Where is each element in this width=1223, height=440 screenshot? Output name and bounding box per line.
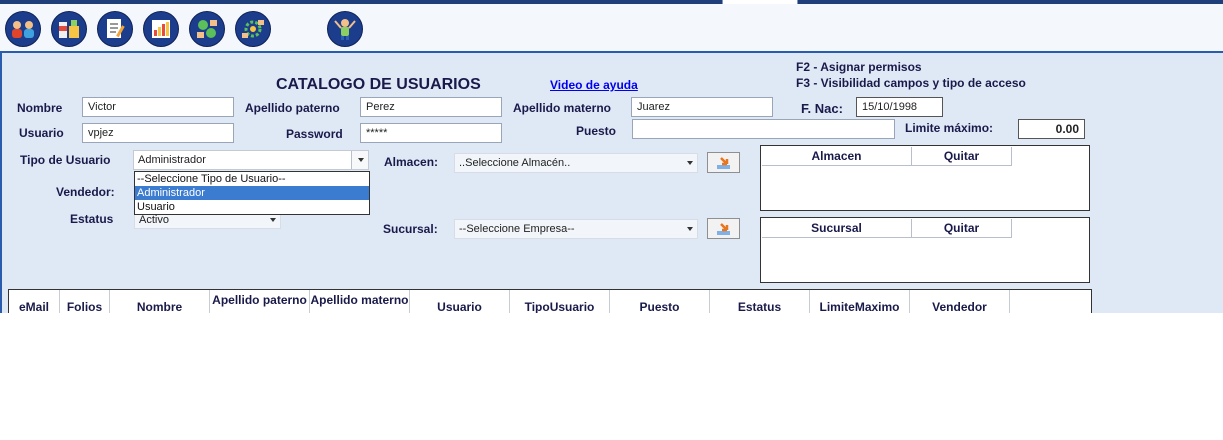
- person-celebrate-icon[interactable]: [327, 11, 363, 47]
- sucursal-select[interactable]: --Seleccione Empresa--: [454, 219, 698, 239]
- grid-header-email[interactable]: eMail: [9, 290, 60, 313]
- help-video-link[interactable]: Video de ayuda: [550, 78, 638, 92]
- document-edit-icon[interactable]: [97, 11, 133, 47]
- grid-header-apellido-paterno[interactable]: Apellido paterno: [210, 290, 310, 313]
- estatus-value: Activo: [139, 214, 169, 226]
- limite-maximo-label: Limite máximo:: [905, 121, 994, 135]
- almacen-table: Almacen Quitar: [760, 145, 1090, 211]
- tipo-usuario-caret-box[interactable]: [351, 151, 368, 169]
- apellido-materno-field[interactable]: Juarez: [631, 97, 773, 117]
- almacen-select[interactable]: ..Seleccione Almacén..: [454, 153, 698, 173]
- almacen-quitar-header: Quitar: [912, 147, 1012, 166]
- shortcut-f2: F2 - Asignar permisos: [796, 60, 922, 74]
- chevron-down-icon: [358, 158, 364, 162]
- money-exchange-icon[interactable]: [189, 11, 225, 47]
- sucursal-quitar-header: Quitar: [912, 219, 1012, 238]
- tipo-option-administrador[interactable]: Administrador: [135, 186, 369, 200]
- apellido-paterno-label: Apellido paterno: [245, 101, 340, 115]
- puesto-label: Puesto: [576, 124, 617, 138]
- usuario-field[interactable]: vpjez: [82, 123, 234, 143]
- puesto-field[interactable]: [632, 119, 895, 139]
- bar-chart-icon[interactable]: [143, 11, 179, 47]
- grid-header-limite-maximo[interactable]: LimiteMaximo: [810, 290, 910, 313]
- grid-header-tipo-usuario[interactable]: TipoUsuario: [510, 290, 610, 313]
- users-icon[interactable]: [5, 11, 41, 47]
- limite-maximo-field[interactable]: 0.00: [1018, 119, 1085, 139]
- chevron-down-icon: [270, 218, 276, 222]
- tipo-option-usuario[interactable]: Usuario: [135, 200, 369, 214]
- fecha-nacimiento-label: F. Nac:: [801, 101, 843, 116]
- nombre-field[interactable]: Victor: [82, 97, 234, 117]
- sucursal-label: Sucursal:: [383, 222, 438, 236]
- almacen-value: ..Seleccione Almacén..: [459, 157, 571, 169]
- tipo-option-placeholder[interactable]: --Seleccione Tipo de Usuario--: [135, 172, 369, 186]
- fecha-nacimiento-field[interactable]: 15/10/1998: [856, 97, 943, 117]
- sucursal-table: Sucursal Quitar: [760, 217, 1090, 283]
- grid-header-puesto[interactable]: Puesto: [610, 290, 710, 313]
- almacen-label: Almacen:: [384, 155, 439, 169]
- grid-header-nombre[interactable]: Nombre: [110, 290, 210, 313]
- page-title: CATALOGO DE USUARIOS: [276, 76, 481, 93]
- sucursal-col-header: Sucursal: [762, 219, 912, 238]
- chevron-down-icon: [687, 227, 693, 231]
- shortcut-f3: F3 - Visibilidad campos y tipo de acceso: [796, 76, 1026, 90]
- tipo-usuario-options: --Seleccione Tipo de Usuario-- Administr…: [134, 171, 370, 215]
- apellido-materno-label: Apellido materno: [513, 101, 612, 115]
- grid-header-usuario[interactable]: Usuario: [410, 290, 510, 313]
- estatus-label: Estatus: [70, 212, 114, 226]
- nombre-label: Nombre: [17, 101, 63, 115]
- apellido-paterno-field[interactable]: Perez: [360, 97, 502, 117]
- users-grid: eMail Folios Nombre Apellido paterno Ape…: [8, 289, 1092, 313]
- grid-header-vendedor[interactable]: Vendedor: [910, 290, 1010, 313]
- grid-header-estatus[interactable]: Estatus: [710, 290, 810, 313]
- add-arrow-icon: [716, 222, 730, 235]
- grid-header-folios[interactable]: Folios: [60, 290, 110, 313]
- grid-header-apellido-materno[interactable]: Apellido materno: [310, 290, 410, 313]
- tipo-usuario-value: Administrador: [138, 154, 206, 166]
- almacen-col-header: Almacen: [762, 147, 912, 166]
- chevron-down-icon: [687, 161, 693, 165]
- add-arrow-icon: [716, 156, 730, 169]
- password-label: Password: [286, 127, 343, 141]
- add-almacen-button[interactable]: [707, 152, 740, 173]
- sucursal-value: --Seleccione Empresa--: [459, 223, 575, 235]
- add-sucursal-button[interactable]: [707, 218, 740, 239]
- password-field[interactable]: *****: [360, 123, 502, 143]
- settings-money-icon[interactable]: [235, 11, 271, 47]
- products-icon[interactable]: [51, 11, 87, 47]
- tipo-usuario-select[interactable]: Administrador: [133, 150, 369, 170]
- tipo-usuario-label: Tipo de Usuario: [20, 153, 111, 167]
- toolbar: [0, 4, 1223, 51]
- vendedor-label: Vendedor:: [56, 185, 115, 199]
- usuario-label: Usuario: [19, 126, 64, 140]
